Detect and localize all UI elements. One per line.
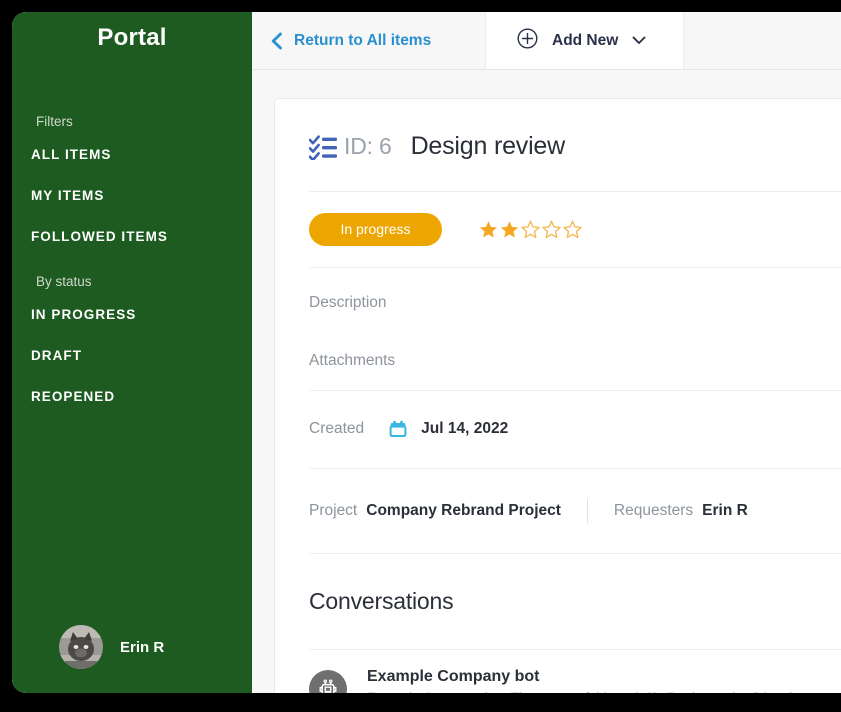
rating-stars[interactable]	[479, 220, 582, 239]
return-to-all-items-button[interactable]: Return to All items	[252, 12, 485, 69]
calendar-icon	[389, 420, 407, 438]
main-region: Return to All items Add New	[252, 12, 841, 693]
star-empty-icon	[521, 220, 540, 239]
created-value: Jul 14, 2022	[421, 420, 508, 438]
description-field: Description	[275, 268, 841, 332]
item-id-label: ID: 6	[344, 133, 392, 160]
project-requesters-row: Project Company Rebrand Project Requeste…	[275, 469, 841, 553]
star-empty-icon	[563, 220, 582, 239]
sidebar-user-name: Erin R	[120, 639, 164, 656]
chevron-down-icon	[632, 32, 646, 50]
add-new-button[interactable]: Add New	[485, 12, 684, 69]
checklist-icon	[309, 134, 343, 160]
sidebar: Portal Filters All items My items Follow…	[12, 12, 252, 693]
list-item[interactable]: Example Company bot Example Company bot:…	[275, 650, 841, 693]
item-title-row: ID: 6 Design review	[275, 99, 841, 191]
conversations-heading: Conversations	[309, 588, 841, 615]
sidebar-group-label-filters: Filters	[12, 114, 252, 129]
description-label: Description	[309, 294, 841, 312]
message-text: Example Company bot: The status of this …	[367, 690, 841, 693]
app-brand-title: Portal	[12, 12, 252, 52]
item-status-row: In progress	[275, 192, 841, 267]
message-body-wrapper: Example Company bot Example Company bot:…	[367, 668, 841, 693]
sidebar-item-draft[interactable]: Draft	[12, 348, 252, 363]
status-badge[interactable]: In progress	[309, 213, 442, 246]
item-detail-card: ID: 6 Design review In progress	[274, 98, 841, 693]
star-filled-icon	[479, 220, 498, 239]
requesters-label: Requesters	[614, 502, 693, 520]
toolbar-empty-area	[684, 12, 841, 69]
star-filled-icon	[500, 220, 519, 239]
add-new-label: Add New	[552, 32, 618, 50]
return-to-all-items-label: Return to All items	[294, 32, 431, 50]
sidebar-item-all-items[interactable]: All items	[12, 147, 252, 162]
requesters-value[interactable]: Erin R	[702, 502, 748, 520]
star-empty-icon	[542, 220, 561, 239]
attachments-field: Attachments	[275, 332, 841, 390]
robot-avatar-icon	[309, 670, 347, 693]
page-title: Design review	[411, 132, 565, 161]
sidebar-item-my-items[interactable]: My items	[12, 188, 252, 203]
vertical-divider	[587, 499, 588, 523]
top-toolbar: Return to All items Add New	[252, 12, 841, 70]
sidebar-item-reopened[interactable]: Reopened	[12, 389, 252, 404]
content-scroll-area[interactable]: ID: 6 Design review In progress	[252, 70, 841, 693]
created-row: Created Jul 14, 2022	[275, 391, 841, 468]
attachments-label: Attachments	[309, 352, 395, 370]
created-label: Created	[309, 420, 364, 438]
project-value[interactable]: Company Rebrand Project	[366, 502, 561, 520]
sidebar-item-in-progress[interactable]: In progress	[12, 307, 252, 322]
plus-circle-icon	[517, 28, 538, 54]
sidebar-user-profile[interactable]: Erin R	[12, 625, 252, 693]
avatar	[59, 625, 103, 669]
sidebar-item-followed-items[interactable]: Followed items	[12, 229, 252, 244]
browser-viewport: Portal Filters All items My items Follow…	[12, 12, 841, 693]
conversations-header: Conversations	[275, 554, 841, 649]
sidebar-nav: Filters All items My items Followed item…	[12, 114, 252, 430]
message-author: Example Company bot	[367, 668, 841, 686]
sidebar-spacer	[12, 430, 252, 625]
sidebar-group-label-by-status: By status	[12, 274, 252, 289]
project-label: Project	[309, 502, 357, 520]
chevron-left-icon	[270, 32, 283, 50]
